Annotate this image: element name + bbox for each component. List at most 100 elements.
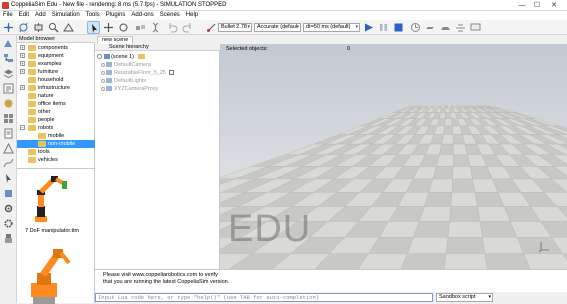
camera-rotate-icon[interactable] [17,21,30,34]
model-folder-robots[interactable]: −robots [17,124,95,132]
expand-icon[interactable] [101,71,105,75]
expand-icon[interactable] [101,79,105,83]
scene-root-row[interactable]: (scene 1) [97,53,145,61]
chevron-down-icon: ▾ [247,24,250,31]
model-folder-examples[interactable]: +examples [17,60,95,68]
model-folder-people[interactable]: people [17,116,95,124]
scene-object-row[interactable]: XYZCameraProxy [101,85,158,93]
scene-hierarchy-toggle-icon[interactable] [3,53,14,64]
folder-icon [28,101,36,107]
model-folder-household[interactable]: household [17,76,95,84]
selection-icon[interactable] [3,173,14,184]
camera-shift-icon[interactable] [32,21,45,34]
menu-file[interactable]: File [0,11,16,20]
stop-simulation-icon[interactable] [392,21,405,34]
model-folder-non-mobile[interactable]: non-mobile [17,140,95,148]
scene-object-row[interactable]: ResizableFloor_5_25 [101,69,174,77]
object-shift-icon[interactable] [102,21,115,34]
shapes-edit-icon[interactable] [3,143,14,154]
lua-command-input[interactable]: Input Lua code here, or type "help()" (u… [95,293,433,302]
scene-object-row[interactable]: DefaultLights [101,77,146,85]
scene-viewport[interactable]: Selected objects: 0 EDU [220,44,567,269]
menu-bar: FileEditAddSimulationToolsPluginsAdd-ons… [0,11,567,20]
user-settings-icon[interactable] [3,203,14,214]
model-folder-office-items[interactable]: office items [17,100,95,108]
floor-tile [445,119,453,126]
collections-icon[interactable] [3,113,14,124]
industrial-robot-thumbnail[interactable] [23,243,73,304]
model-folder-label: components [38,44,68,52]
slower-icon[interactable] [424,21,437,34]
model-folder-nature[interactable]: nature [17,92,95,100]
expand-toggle-icon[interactable]: + [20,69,25,74]
object-rotate-icon[interactable] [117,21,130,34]
layers-icon[interactable] [3,68,14,79]
camera-zoom-icon[interactable] [47,21,60,34]
menu-plugins[interactable]: Plugins [103,11,129,20]
expand-toggle-icon[interactable]: + [20,53,25,58]
assemble-icon[interactable] [134,21,147,34]
model-folder-label: tools [38,148,50,156]
scene-object-row[interactable]: DefaultCamera [101,61,151,69]
toggle-visualization-icon[interactable] [469,21,482,34]
menu-simulation[interactable]: Simulation [49,11,83,20]
expand-toggle-icon[interactable]: − [20,125,25,130]
expand-icon[interactable] [101,63,105,67]
model-folder-mobile[interactable]: mobile [17,132,95,140]
calculation-modules-icon[interactable] [3,98,14,109]
expand-toggle-icon[interactable]: + [20,85,25,90]
thread-rendering-icon[interactable] [454,21,467,34]
model-thumbnail-panel: 7 DoF manipulator.ttm [17,168,95,303]
expand-toggle-icon[interactable]: + [20,61,25,66]
pause-simulation-icon[interactable] [377,21,390,34]
model-folder-vehicles[interactable]: vehicles [17,156,95,164]
maximize-button[interactable]: ☐ [530,1,544,10]
menu-tools[interactable]: Tools [83,11,103,20]
camera-pan-icon[interactable] [2,21,15,34]
gear-icon[interactable] [3,218,14,229]
model-folder-tools[interactable]: tools [17,148,95,156]
robot-icon[interactable] [3,233,14,244]
real-time-icon[interactable] [409,21,422,34]
physics-engine-icon[interactable] [205,21,218,34]
floor-tile [446,237,485,254]
folder-icon [28,117,36,123]
model-browser-toggle-icon[interactable] [3,38,14,49]
expand-icon[interactable] [101,87,105,91]
click-selection-icon[interactable] [87,21,100,34]
scene-object-label: ResizableFloor_5_25 [114,70,166,76]
menu-edit[interactable]: Edit [16,11,32,20]
undo-icon[interactable] [166,21,179,34]
scripts-icon[interactable] [3,128,14,139]
camera-angle-icon[interactable] [62,21,75,34]
script-icon[interactable] [169,70,174,75]
sandbox-script-select[interactable]: Sandbox script▾ [436,293,493,302]
folder-icon [28,93,36,99]
model-icon[interactable] [3,188,14,199]
path-edit-icon[interactable] [3,158,14,169]
model-folder-other[interactable]: other [17,108,95,116]
axes-icon [538,239,552,253]
faster-icon[interactable] [439,21,452,34]
redo-icon[interactable] [181,21,194,34]
menu-help[interactable]: Help [183,11,201,20]
model-folder-equipment[interactable]: +equipment [17,52,95,60]
model-folder-furniture[interactable]: + furniture [17,68,95,76]
close-button[interactable]: ✕ [547,1,561,10]
accuracy-select[interactable]: Accurate (defaul▾ [254,23,301,32]
transfer-dna-icon[interactable] [149,21,162,34]
minimize-button[interactable]: — [515,1,529,10]
model-folder-label: furniture [38,68,58,76]
expand-toggle-icon[interactable]: + [20,45,25,50]
physics-engine-select[interactable]: Bullet 2.78▾ [218,23,252,32]
manipulator-thumbnail[interactable] [23,172,75,224]
timestep-select[interactable]: dt=50 ms (default)▾ [303,23,360,32]
model-folder-components[interactable]: + components [17,44,95,52]
start-simulation-icon[interactable] [362,21,375,34]
object-properties-icon[interactable] [3,83,14,94]
menu-scenes[interactable]: Scenes [157,11,183,20]
menu-add-ons[interactable]: Add-ons [128,11,156,20]
menu-add[interactable]: Add [32,11,49,20]
tab-new-scene[interactable]: new scene [97,36,133,44]
model-folder-infrastructure[interactable]: +infrastructure [17,84,95,92]
